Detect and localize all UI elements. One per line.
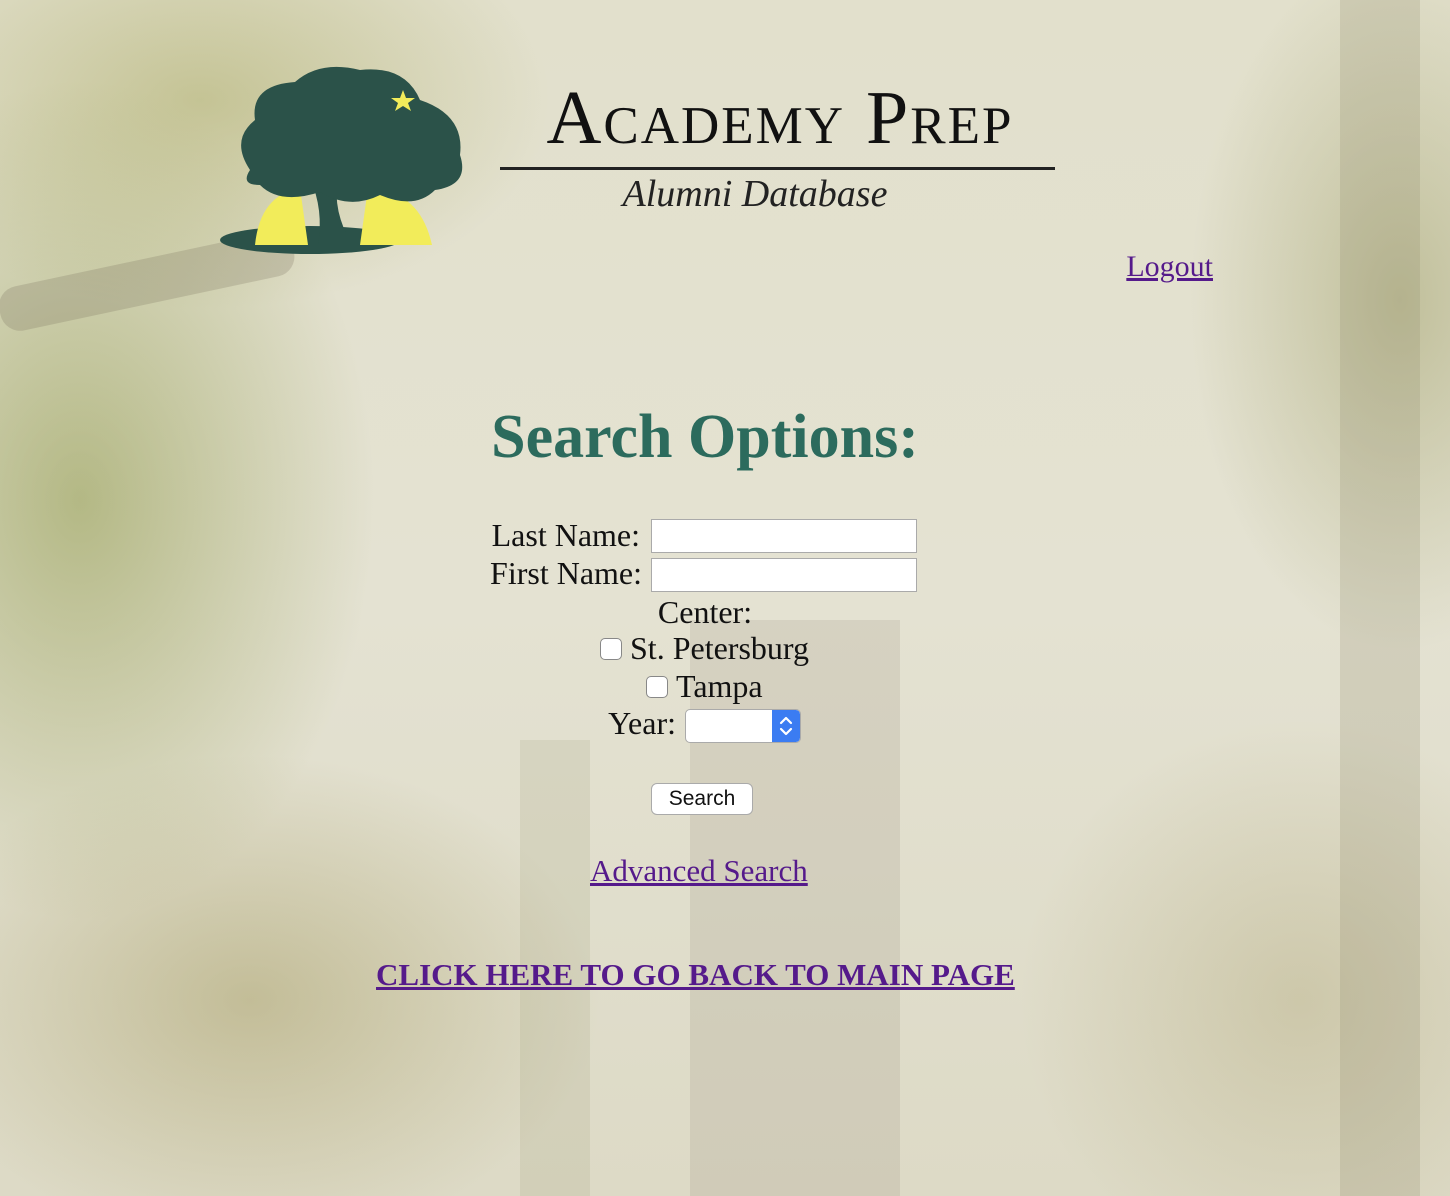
center-label: Center: — [657, 594, 753, 630]
tree-icon — [220, 66, 463, 254]
brand-divider — [500, 167, 1055, 170]
brand-title: Academy Prep — [500, 78, 1060, 158]
search-button[interactable]: Search — [651, 783, 753, 815]
advanced-search-link[interactable]: Advanced Search — [590, 853, 808, 889]
page-title: Search Options: — [491, 403, 919, 471]
center-checkbox-st-petersburg[interactable] — [600, 638, 622, 660]
center-checkbox-tampa[interactable] — [646, 676, 668, 698]
brand-subtitle: Alumni Database — [622, 173, 888, 215]
back-to-main-page-link[interactable]: CLICK HERE TO GO BACK TO MAIN PAGE — [376, 957, 1015, 993]
brand-title-text: Academy Prep — [546, 76, 1014, 160]
center-option-label: Tampa — [676, 668, 763, 704]
background-tree-trunk — [690, 620, 900, 1196]
center-option-label: St. Petersburg — [630, 630, 809, 666]
last-name-input[interactable] — [651, 519, 917, 553]
year-label: Year: — [608, 705, 676, 741]
first-name-label: First Name: — [490, 555, 642, 591]
logout-link[interactable]: Logout — [1126, 250, 1213, 284]
last-name-label: Last Name: — [491, 517, 640, 553]
year-select[interactable] — [685, 709, 801, 743]
first-name-input[interactable] — [651, 558, 917, 592]
updown-chevron-icon — [772, 710, 800, 742]
